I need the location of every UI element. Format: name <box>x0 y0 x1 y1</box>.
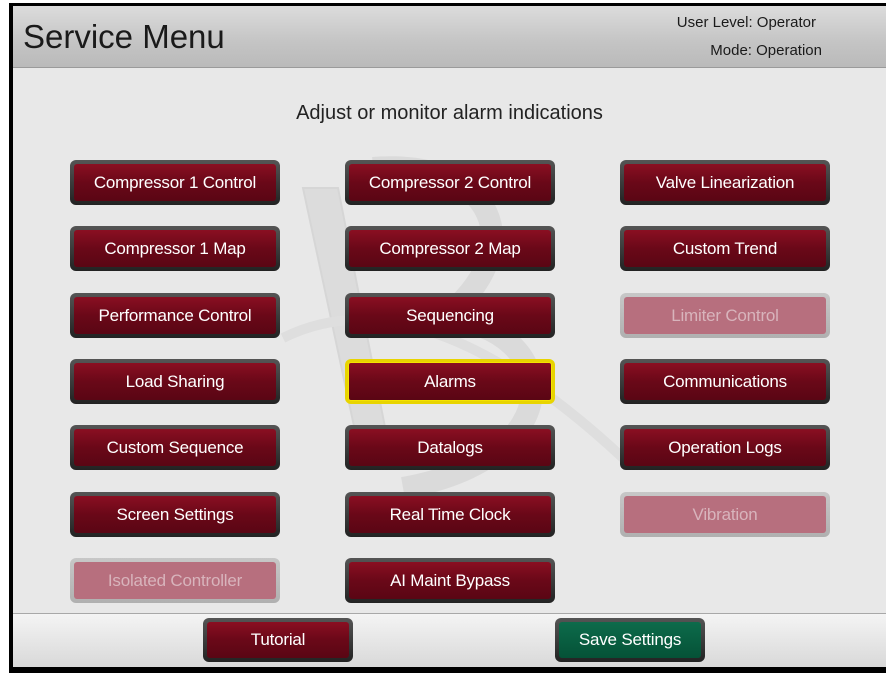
button-label: Save Settings <box>559 622 701 658</box>
button-label: Custom Sequence <box>74 429 276 466</box>
button-label: Datalogs <box>349 429 551 466</box>
operation-logs-button[interactable]: Operation Logs <box>620 425 830 470</box>
button-label: AI Maint Bypass <box>349 562 551 599</box>
screen-description: Adjust or monitor alarm indications <box>296 102 603 124</box>
button-label: Screen Settings <box>74 496 276 533</box>
performance-control-button[interactable]: Performance Control <box>70 293 280 338</box>
compressor-2-map-button[interactable]: Compressor 2 Map <box>345 226 555 271</box>
button-label: Compressor 1 Map <box>74 230 276 267</box>
page-title: Service Menu <box>23 18 225 55</box>
real-time-clock-button[interactable]: Real Time Clock <box>345 492 555 537</box>
save-settings-button[interactable]: Save Settings <box>555 618 705 662</box>
button-label: Tutorial <box>207 622 349 658</box>
compressor-1-control-button[interactable]: Compressor 1 Control <box>70 160 280 205</box>
ai-maint-bypass-button[interactable]: AI Maint Bypass <box>345 558 555 603</box>
button-label: Alarms <box>348 362 552 401</box>
button-label: Performance Control <box>74 297 276 334</box>
limiter-control-button: Limiter Control <box>620 293 830 338</box>
button-label: Compressor 2 Map <box>349 230 551 267</box>
button-label: Custom Trend <box>624 230 826 267</box>
custom-sequence-button[interactable]: Custom Sequence <box>70 425 280 470</box>
button-label: Compressor 1 Control <box>74 164 276 201</box>
button-label: Operation Logs <box>624 429 826 466</box>
compressor-2-control-button[interactable]: Compressor 2 Control <box>345 160 555 205</box>
valve-linearization-button[interactable]: Valve Linearization <box>620 160 830 205</box>
button-label: Compressor 2 Control <box>349 164 551 201</box>
button-label: Real Time Clock <box>349 496 551 533</box>
mode-label: Mode: Operation <box>710 42 822 59</box>
load-sharing-button[interactable]: Load Sharing <box>70 359 280 404</box>
button-label: Load Sharing <box>74 363 276 400</box>
compressor-1-map-button[interactable]: Compressor 1 Map <box>70 226 280 271</box>
alarms-button[interactable]: Alarms <box>345 359 555 404</box>
footer-bar <box>13 613 886 667</box>
button-label: Vibration <box>624 496 826 533</box>
hmi-screen: Service Menu User Level: Operator Mode: … <box>13 6 886 667</box>
header-bar: Service Menu User Level: Operator Mode: … <box>13 6 886 68</box>
button-label: Sequencing <box>349 297 551 334</box>
button-label: Isolated Controller <box>74 562 276 599</box>
button-label: Limiter Control <box>624 297 826 334</box>
custom-trend-button[interactable]: Custom Trend <box>620 226 830 271</box>
button-label: Valve Linearization <box>624 164 826 201</box>
user-level-label: User Level: Operator <box>676 14 816 31</box>
communications-button[interactable]: Communications <box>620 359 830 404</box>
isolated-controller-button: Isolated Controller <box>70 558 280 603</box>
tutorial-button[interactable]: Tutorial <box>203 618 353 662</box>
datalogs-button[interactable]: Datalogs <box>345 425 555 470</box>
screen-settings-button[interactable]: Screen Settings <box>70 492 280 537</box>
vibration-button: Vibration <box>620 492 830 537</box>
sequencing-button[interactable]: Sequencing <box>345 293 555 338</box>
button-label: Communications <box>624 363 826 400</box>
